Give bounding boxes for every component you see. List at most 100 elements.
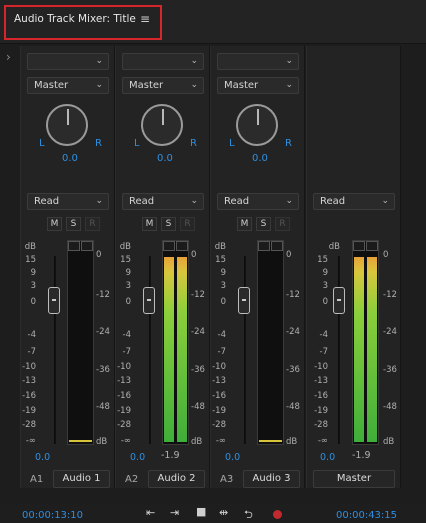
fader-scale-label: 0: [125, 297, 131, 307]
pan-knob[interactable]: [141, 104, 183, 146]
peak-indicator-left[interactable]: [258, 241, 270, 251]
master-peak-right[interactable]: [366, 241, 378, 251]
fader-scale-label: -19: [314, 406, 328, 416]
chevron-right-icon[interactable]: ›: [6, 50, 11, 64]
fader-scale-label: -28: [314, 420, 328, 430]
fader-track: [244, 256, 246, 444]
pan-value[interactable]: 0.0: [62, 153, 78, 164]
fader-scale-label: -10: [314, 362, 328, 372]
volume-fader-handle[interactable]: [143, 287, 155, 314]
volume-fader-handle[interactable]: [238, 287, 250, 314]
track-name[interactable]: Audio 1: [53, 470, 110, 488]
volume-fader-handle[interactable]: [48, 287, 60, 314]
peak-indicator-left[interactable]: [68, 241, 80, 251]
chevron-down-icon: ⌄: [285, 56, 293, 66]
automation-mode-dropdown[interactable]: Read ⌄: [217, 193, 299, 210]
automation-mode-dropdown[interactable]: Read ⌄: [27, 193, 109, 210]
meter-scale-label: -24: [286, 327, 300, 337]
record-enable-button[interactable]: R: [85, 217, 100, 231]
meter-bar-left: [164, 257, 174, 442]
peak-indicator-right[interactable]: [176, 241, 188, 251]
meter-scale-label: -12: [191, 290, 205, 300]
fader-scale-label: -16: [314, 391, 328, 401]
go-to-in-icon[interactable]: ⇤: [146, 506, 155, 519]
master-fader-handle[interactable]: [333, 287, 345, 314]
chevron-down-icon: ⌄: [285, 196, 293, 206]
fader-scale-label: 3: [322, 281, 328, 291]
fader-value[interactable]: 0.0: [130, 452, 145, 463]
track-name[interactable]: Audio 3: [243, 470, 300, 488]
fader-scale-label: -13: [117, 376, 131, 386]
record-enable-button[interactable]: R: [275, 217, 290, 231]
peak-indicator-left[interactable]: [163, 241, 175, 251]
fader-scale-label: -10: [212, 362, 226, 372]
chevron-down-icon: ⌄: [95, 196, 103, 206]
loop-icon[interactable]: ⮌: [244, 506, 253, 523]
record-enable-button[interactable]: R: [180, 217, 195, 231]
track-input-dropdown[interactable]: ⌄: [122, 53, 204, 70]
fader-scale-label: -7: [122, 347, 131, 357]
stop-icon[interactable]: ■: [196, 505, 206, 518]
pan-left-label: L: [39, 138, 45, 149]
pan-value[interactable]: 0.0: [252, 153, 268, 164]
peak-value: -1.9: [161, 450, 180, 461]
pan-right-label: R: [190, 138, 197, 149]
fader-scale-label: -13: [212, 376, 226, 386]
track-output-dropdown[interactable]: Master ⌄: [122, 77, 204, 94]
fader-scale-label: -28: [117, 420, 131, 430]
mute-button[interactable]: M: [47, 217, 62, 231]
meter-scale-label: dB: [286, 437, 298, 447]
fader-scale-label: -∞: [317, 436, 328, 446]
fader-scale-label: -∞: [215, 436, 226, 446]
track-input-dropdown[interactable]: ⌄: [27, 53, 109, 70]
meter-scale-label: 0: [96, 250, 102, 260]
automation-mode-dropdown[interactable]: Read ⌄: [122, 193, 204, 210]
pan-knob[interactable]: [46, 104, 88, 146]
peak-indicator-right[interactable]: [271, 241, 283, 251]
fader-scale-label: -19: [22, 406, 36, 416]
fader-value[interactable]: 0.0: [225, 452, 240, 463]
solo-button[interactable]: S: [256, 217, 271, 231]
master-peak-value: -1.9: [352, 450, 371, 461]
pan-knob[interactable]: [236, 104, 278, 146]
track-output-dropdown[interactable]: Master ⌄: [27, 77, 109, 94]
hamburger-icon[interactable]: ≡: [140, 12, 150, 26]
fader-scale-label: -19: [212, 406, 226, 416]
chevron-down-icon: ⌄: [95, 80, 103, 90]
go-to-out-icon[interactable]: ⇥: [170, 506, 179, 519]
master-automation-dropdown[interactable]: Read ⌄: [313, 193, 395, 210]
fader-scale-label: 9: [322, 268, 328, 278]
meter-scale-label: 0: [191, 250, 197, 260]
meter-scale-label: -24: [96, 327, 110, 337]
master-peak-left[interactable]: [353, 241, 365, 251]
panel-title[interactable]: Audio Track Mixer: Title: [14, 13, 136, 25]
record-icon[interactable]: [273, 510, 282, 519]
pan-left-label: L: [229, 138, 235, 149]
fader-scale-label: 15: [120, 255, 131, 265]
fader-scale-label: -13: [314, 376, 328, 386]
meter-scale-label: -36: [96, 365, 110, 375]
pan-value[interactable]: 0.0: [157, 153, 173, 164]
master-name[interactable]: Master: [313, 470, 395, 488]
mute-button[interactable]: M: [142, 217, 157, 231]
track-input-dropdown[interactable]: ⌄: [217, 53, 299, 70]
solo-button[interactable]: S: [161, 217, 176, 231]
fader-scale-label: 9: [125, 268, 131, 278]
fader-scale-label: dB: [119, 242, 131, 252]
meter-scale-label: -36: [191, 365, 205, 375]
master-meter-bar-left: [354, 257, 364, 442]
track-name[interactable]: Audio 2: [148, 470, 205, 488]
chevron-down-icon: ⌄: [285, 80, 293, 90]
play-in-to-out-icon[interactable]: ⇹: [219, 506, 228, 519]
peak-indicator-right[interactable]: [81, 241, 93, 251]
track-output-dropdown[interactable]: Master ⌄: [217, 77, 299, 94]
solo-button[interactable]: S: [66, 217, 81, 231]
mute-button[interactable]: M: [237, 217, 252, 231]
master-fader-value[interactable]: 0.0: [320, 452, 335, 463]
chevron-down-icon: ⌄: [190, 56, 198, 66]
current-timecode[interactable]: 00:00:13:10: [22, 510, 83, 521]
fader-scale-label: -4: [217, 330, 226, 340]
meter-scale-label: 0: [383, 250, 389, 260]
fader-value[interactable]: 0.0: [35, 452, 50, 463]
meter-scale-label: -48: [96, 402, 110, 412]
